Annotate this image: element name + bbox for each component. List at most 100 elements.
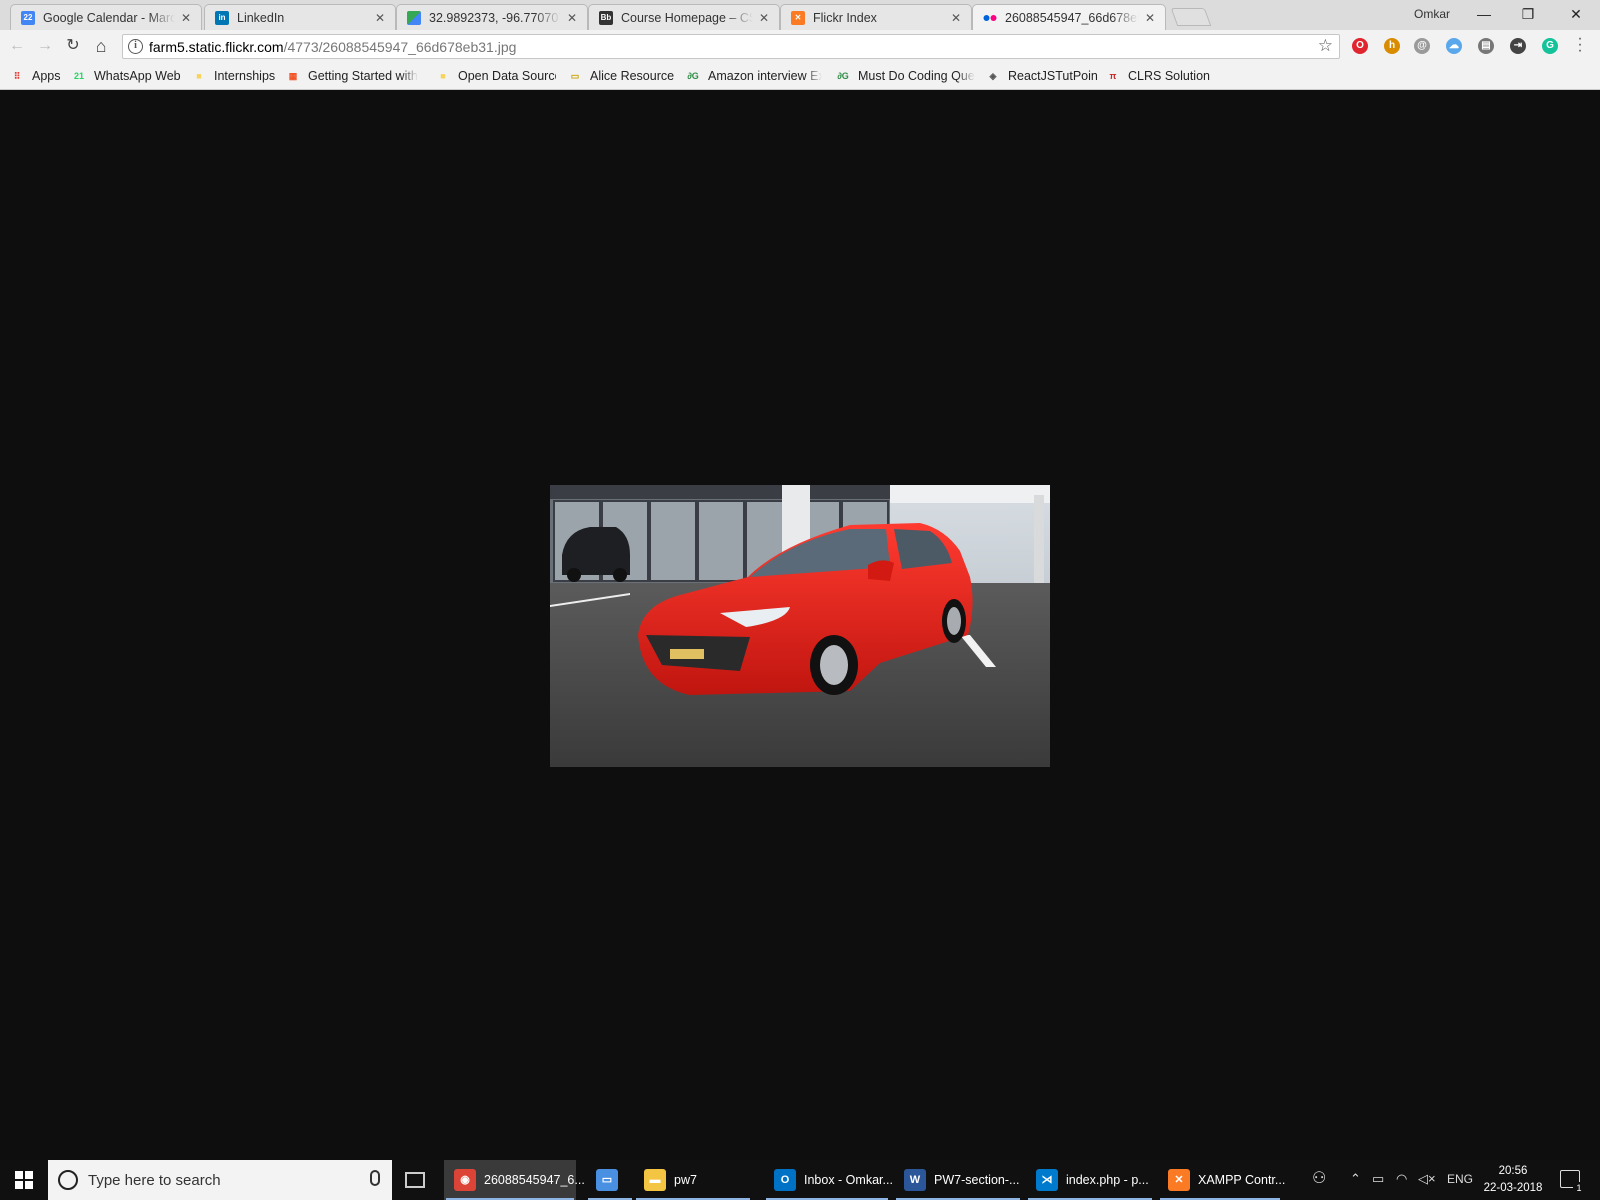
search-placeholder: Type here to search bbox=[88, 1172, 221, 1189]
honey-extension-icon[interactable]: h bbox=[1384, 38, 1400, 54]
bookmark-star-icon[interactable]: ☆ bbox=[1318, 36, 1333, 56]
taskbar-app[interactable]: ⋊ index.php - p... bbox=[1026, 1160, 1154, 1200]
taskbar-app[interactable]: W PW7-section-... bbox=[894, 1160, 1022, 1200]
tab-flickr-image[interactable]: 26088545947_66d678eb31.jpg ✕ bbox=[972, 4, 1166, 30]
close-tab-icon[interactable]: ✕ bbox=[373, 11, 387, 25]
taskbar-app[interactable]: O Inbox - Omkar... bbox=[764, 1160, 893, 1200]
bookmark-item[interactable]: ⠿ Apps bbox=[10, 68, 70, 84]
cortana-icon bbox=[58, 1170, 78, 1190]
bookmark-label: Amazon interview Exp bbox=[708, 69, 822, 83]
taskbar-app[interactable]: ✕ XAMPP Contr... bbox=[1158, 1160, 1286, 1200]
outlook-icon: O bbox=[774, 1169, 796, 1191]
windows-taskbar: Type here to search ◉ 26088545947_6... ▭ ▬ p… bbox=[0, 1160, 1600, 1200]
restore-button[interactable]: ❐ bbox=[1508, 2, 1548, 26]
system-clock[interactable]: 20:56 22-03-2018 bbox=[1478, 1163, 1548, 1197]
cloud-extension-icon[interactable]: ☁ bbox=[1446, 38, 1462, 54]
tab-course-homepage[interactable]: Bb Course Homepage – CS 6 ✕ bbox=[588, 4, 780, 30]
address-bar[interactable]: i farm5.static.flickr.com/4773/260885459… bbox=[122, 34, 1340, 59]
windows-logo-icon bbox=[15, 1171, 33, 1189]
taskbar-app-label: Inbox - Omkar... bbox=[804, 1173, 893, 1187]
calendar-icon: 22 bbox=[21, 10, 35, 25]
minimize-button[interactable]: — bbox=[1464, 2, 1504, 26]
car-photo bbox=[550, 485, 1050, 767]
close-window-button[interactable]: ✕ bbox=[1556, 2, 1596, 26]
clock-time: 20:56 bbox=[1498, 1165, 1528, 1177]
taskbar-app[interactable]: ▭ bbox=[586, 1160, 634, 1200]
people-icon[interactable]: ⚇ bbox=[1312, 1168, 1326, 1188]
cast-extension-icon[interactable]: ⇥ bbox=[1510, 38, 1526, 54]
bookmark-label: Apps bbox=[32, 69, 61, 83]
profile-name[interactable]: Omkar bbox=[1414, 7, 1450, 21]
wifi-icon[interactable]: ◠ bbox=[1396, 1171, 1407, 1187]
battery-icon[interactable]: ▭ bbox=[1372, 1171, 1384, 1187]
apps-grid-icon: ⠿ bbox=[13, 71, 21, 81]
site-info-icon[interactable]: i bbox=[128, 39, 143, 54]
volume-muted-icon[interactable]: ◁× bbox=[1418, 1171, 1436, 1187]
taskbar-app-label: XAMPP Contr... bbox=[1198, 1173, 1286, 1187]
taskbar-app[interactable]: ◉ 26088545947_6... bbox=[444, 1160, 585, 1200]
geeksforgeeks-icon: ∂G bbox=[687, 71, 699, 81]
input-language[interactable]: ENG bbox=[1447, 1172, 1473, 1186]
back-button[interactable]: ← bbox=[6, 36, 28, 56]
close-tab-icon[interactable]: ✕ bbox=[179, 11, 193, 25]
taskbar-app-label: 26088545947_6... bbox=[484, 1173, 585, 1187]
bookmark-label: Alice Resource bbox=[590, 69, 675, 83]
taskbar-app-label: PW7-section-... bbox=[934, 1173, 1020, 1187]
tab-maps[interactable]: 32.9892373, -96.7707075 ✕ bbox=[396, 4, 588, 30]
clock-date: 22-03-2018 bbox=[1483, 1182, 1543, 1194]
at-extension-icon[interactable]: @ bbox=[1414, 38, 1430, 54]
pi-icon: π bbox=[1109, 71, 1117, 81]
tab-title: Flickr Index bbox=[813, 10, 877, 25]
close-tab-icon[interactable]: ✕ bbox=[565, 11, 579, 25]
bookmark-label: CLRS Solutions bbox=[1128, 69, 1210, 83]
grammarly-extension-icon[interactable]: G bbox=[1542, 38, 1558, 54]
bookmark-item[interactable]: ▦ Getting Started with ... bbox=[286, 68, 418, 84]
taskbar-app[interactable]: ▬ pw7 bbox=[634, 1160, 752, 1200]
bookmark-item[interactable]: ▭ Alice Resource bbox=[568, 68, 678, 84]
taskbar-search-box[interactable]: Type here to search bbox=[48, 1160, 392, 1200]
bookmark-label: Must Do Coding Que bbox=[858, 69, 975, 83]
blackboard-icon: Bb bbox=[599, 10, 613, 25]
alice-icon: ▭ bbox=[570, 71, 580, 81]
show-hidden-icons-icon[interactable]: ⌃ bbox=[1350, 1171, 1361, 1187]
linkedin-icon: in bbox=[215, 10, 229, 25]
flickr-icon bbox=[983, 11, 997, 25]
opera-extension-icon[interactable]: O bbox=[1352, 38, 1368, 54]
bookmark-item[interactable]: ■ Internships bbox=[192, 68, 280, 84]
whatsapp-icon: 21 bbox=[73, 71, 84, 81]
tab-linkedin[interactable]: in LinkedIn ✕ bbox=[204, 4, 396, 30]
react-icon: ◈ bbox=[989, 71, 997, 81]
task-view-icon[interactable] bbox=[405, 1172, 425, 1188]
taskbar-app-label: pw7 bbox=[674, 1173, 697, 1187]
tab-strip: 22 Google Calendar - March ✕ in LinkedIn… bbox=[0, 0, 1600, 30]
bookmark-label: Open Data Source bbox=[458, 69, 556, 83]
new-tab-button[interactable] bbox=[1170, 8, 1212, 26]
tab-flickr-index[interactable]: ✕ Flickr Index ✕ bbox=[780, 4, 972, 30]
close-tab-icon[interactable]: ✕ bbox=[1143, 11, 1157, 25]
bookmark-item[interactable]: π CLRS Solutions bbox=[1106, 68, 1210, 84]
bookmark-item[interactable]: ◈ ReactJSTutPoint bbox=[986, 68, 1098, 84]
url-text[interactable]: farm5.static.flickr.com/4773/26088545947… bbox=[149, 39, 516, 55]
bookmark-item[interactable]: ∂G Amazon interview Exp bbox=[686, 68, 822, 84]
bookmark-item[interactable]: 21 WhatsApp Web bbox=[72, 68, 184, 84]
forward-button[interactable]: → bbox=[34, 36, 56, 56]
microphone-icon[interactable] bbox=[370, 1170, 380, 1186]
xampp-icon: ✕ bbox=[791, 10, 805, 25]
tab-google-calendar[interactable]: 22 Google Calendar - March ✕ bbox=[10, 4, 202, 30]
folder-icon: ■ bbox=[440, 71, 446, 81]
url-path: /4773/26088545947_66d678eb31.jpg bbox=[283, 39, 517, 55]
chrome-menu-icon[interactable]: · · · bbox=[1576, 31, 1584, 59]
taskbar-app-label: index.php - p... bbox=[1066, 1173, 1149, 1187]
start-button[interactable] bbox=[0, 1160, 48, 1200]
reload-button[interactable]: ↻ bbox=[62, 36, 84, 56]
bookmark-label: Internships bbox=[214, 69, 276, 83]
notification-count: 1 bbox=[1573, 1182, 1585, 1194]
home-button[interactable]: ⌂ bbox=[90, 36, 112, 56]
close-tab-icon[interactable]: ✕ bbox=[949, 11, 963, 25]
bookmark-item[interactable]: ∂G Must Do Coding Que bbox=[836, 68, 978, 84]
screen-extension-icon[interactable]: ▤ bbox=[1478, 38, 1494, 54]
bookmark-label: Getting Started with ... bbox=[308, 69, 418, 83]
close-tab-icon[interactable]: ✕ bbox=[757, 11, 771, 25]
bookmark-item[interactable]: ■ Open Data Source bbox=[436, 68, 556, 84]
desktop-app-icon: ▭ bbox=[596, 1169, 618, 1191]
